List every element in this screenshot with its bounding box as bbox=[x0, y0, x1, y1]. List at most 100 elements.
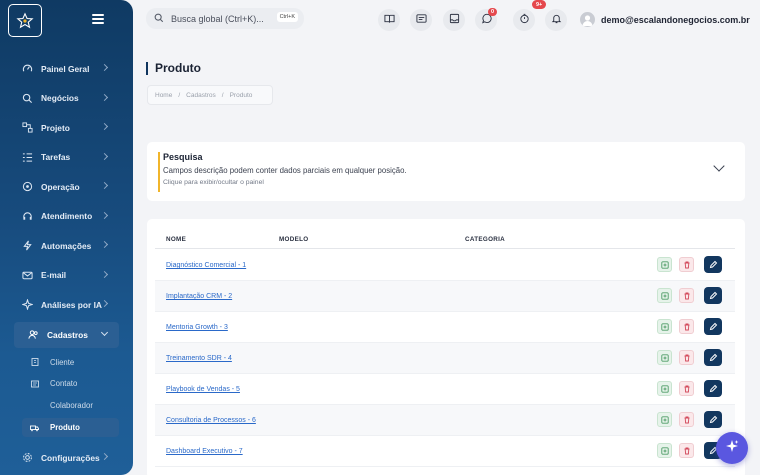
sidebar-item-atendimento[interactable]: Atendimento bbox=[0, 202, 133, 232]
sidebar-item-configuracoes[interactable]: Configurações bbox=[0, 443, 133, 473]
view-button[interactable] bbox=[657, 288, 672, 303]
edit-button[interactable] bbox=[704, 287, 722, 304]
table-row: Treinamento SDR - 4 bbox=[155, 343, 735, 374]
product-name-link[interactable]: Mentoria Growth - 3 bbox=[166, 324, 228, 331]
avatar bbox=[580, 12, 595, 27]
column-header-nome[interactable]: NOME bbox=[166, 236, 186, 243]
book-icon bbox=[383, 11, 395, 29]
product-name-link[interactable]: Implantação CRM - 2 bbox=[166, 293, 232, 300]
delete-button[interactable] bbox=[679, 257, 694, 272]
pencil-icon bbox=[709, 349, 718, 367]
sidebar-subitem-label: Colaborador bbox=[50, 400, 93, 410]
sidebar-item-label: Cadastros bbox=[47, 329, 88, 340]
sidebar-item-label: Análises por IA bbox=[41, 299, 102, 310]
gear-icon bbox=[20, 451, 34, 465]
column-header-categoria[interactable]: CATEGORIA bbox=[465, 236, 505, 243]
delete-button[interactable] bbox=[679, 288, 694, 303]
view-button[interactable] bbox=[657, 257, 672, 272]
sidebar-item-negocios[interactable]: Negócios bbox=[0, 84, 133, 114]
chevron-down-icon[interactable] bbox=[713, 160, 725, 172]
table-header: NOME MODELO CATEGORIA bbox=[155, 229, 735, 249]
product-name-link[interactable]: Playbook de Vendas - 5 bbox=[166, 386, 240, 393]
breadcrumb-home[interactable]: Home bbox=[155, 92, 172, 99]
sidebar-item-email[interactable]: E-mail bbox=[0, 261, 133, 291]
sidebar-item-label: E-mail bbox=[41, 270, 67, 281]
table-row: Playbook de Vendas - 5 bbox=[155, 374, 735, 405]
view-button[interactable] bbox=[657, 350, 672, 365]
truck-icon bbox=[30, 424, 39, 432]
pencil-icon bbox=[709, 287, 718, 305]
sidebar-subitem-cliente[interactable]: Cliente bbox=[0, 352, 133, 374]
notifications-button[interactable] bbox=[545, 9, 567, 31]
bell-icon bbox=[551, 11, 562, 29]
search-icon bbox=[154, 10, 164, 28]
delete-button[interactable] bbox=[679, 412, 694, 427]
sidebar-subitem-label: Contato bbox=[50, 379, 78, 389]
inbox-button[interactable] bbox=[443, 9, 465, 31]
search-panel[interactable]: Pesquisa Campos descrição podem conter d… bbox=[147, 142, 745, 201]
global-search[interactable]: Busca global (Ctrl+K)... Ctrl+K bbox=[146, 8, 304, 29]
sidebar-item-painel-geral[interactable]: Painel Geral bbox=[0, 54, 133, 84]
view-button[interactable] bbox=[657, 319, 672, 334]
product-name-link[interactable]: Dashboard Executivo - 7 bbox=[166, 448, 243, 455]
sidebar-item-tarefas[interactable]: Tarefas bbox=[0, 143, 133, 173]
sidebar-item-label: Tarefas bbox=[41, 152, 71, 163]
edit-button[interactable] bbox=[704, 411, 722, 428]
edit-button[interactable] bbox=[704, 318, 722, 335]
pencil-icon bbox=[709, 256, 718, 274]
edit-button[interactable] bbox=[704, 349, 722, 366]
sidebar: Painel Geral Negócios Projeto Tarefas Op… bbox=[0, 0, 133, 475]
breadcrumb-cadastros[interactable]: Cadastros bbox=[186, 92, 216, 99]
page-title: Produto bbox=[146, 62, 201, 75]
view-icon bbox=[660, 318, 669, 336]
delete-button[interactable] bbox=[679, 319, 694, 334]
sidebar-item-operacao[interactable]: Operação bbox=[0, 172, 133, 202]
card-button[interactable] bbox=[410, 9, 432, 31]
sidebar-item-projeto[interactable]: Projeto bbox=[0, 113, 133, 143]
view-icon bbox=[660, 256, 669, 274]
column-header-modelo[interactable]: MODELO bbox=[279, 236, 308, 243]
sidebar-item-analises-ia[interactable]: Análises por IA bbox=[0, 290, 133, 320]
edit-button[interactable] bbox=[704, 256, 722, 273]
shortcut-hint: Ctrl+K bbox=[276, 12, 298, 22]
table-row: Diagnóstico Comercial - 1 bbox=[155, 250, 735, 281]
chevron-right-icon bbox=[100, 152, 109, 160]
inbox-icon bbox=[449, 11, 460, 29]
user-menu[interactable]: demo@escalandonegocios.com.br bbox=[580, 12, 750, 27]
view-icon bbox=[660, 442, 669, 460]
delete-button[interactable] bbox=[679, 443, 694, 458]
chevron-right-icon bbox=[100, 181, 109, 190]
sidebar-item-cadastros[interactable]: Cadastros bbox=[14, 321, 119, 348]
edit-button[interactable] bbox=[704, 380, 722, 397]
sidebar-subitem-colaborador[interactable]: Colaborador bbox=[0, 395, 133, 417]
chevron-right-icon bbox=[100, 299, 109, 308]
pencil-icon bbox=[709, 318, 718, 336]
view-button[interactable] bbox=[657, 381, 672, 396]
sidebar-item-label: Projeto bbox=[41, 122, 70, 133]
view-button[interactable] bbox=[657, 443, 672, 458]
contact-card-icon bbox=[30, 380, 39, 388]
delete-button[interactable] bbox=[679, 350, 694, 365]
table-row: Dashboard Executivo - 7 bbox=[155, 436, 735, 467]
trash-icon bbox=[683, 318, 691, 336]
book-button[interactable] bbox=[378, 9, 400, 31]
sidebar-nav: Painel Geral Negócios Projeto Tarefas Op… bbox=[0, 54, 133, 473]
timer-icon bbox=[519, 11, 530, 29]
ai-assistant-button[interactable] bbox=[716, 432, 748, 464]
headset-icon bbox=[20, 209, 34, 223]
delete-button[interactable] bbox=[679, 381, 694, 396]
products-table: NOME MODELO CATEGORIA Diagnóstico Comerc… bbox=[147, 219, 745, 475]
view-button[interactable] bbox=[657, 412, 672, 427]
timer-button[interactable] bbox=[513, 9, 535, 31]
menu-toggle-icon[interactable] bbox=[92, 14, 104, 24]
sidebar-subitem-produto[interactable]: Produto bbox=[22, 418, 119, 437]
logo[interactable] bbox=[8, 4, 42, 37]
sparkle-icon bbox=[20, 298, 34, 312]
search-placeholder: Busca global (Ctrl+K)... bbox=[171, 13, 264, 24]
satellite-icon bbox=[20, 180, 34, 194]
product-name-link[interactable]: Diagnóstico Comercial - 1 bbox=[166, 262, 246, 269]
sidebar-item-automacoes[interactable]: Automações bbox=[0, 231, 133, 261]
sidebar-subitem-contato[interactable]: Contato bbox=[0, 373, 133, 395]
product-name-link[interactable]: Consultoria de Processos - 6 bbox=[166, 417, 256, 424]
product-name-link[interactable]: Treinamento SDR - 4 bbox=[166, 355, 232, 362]
